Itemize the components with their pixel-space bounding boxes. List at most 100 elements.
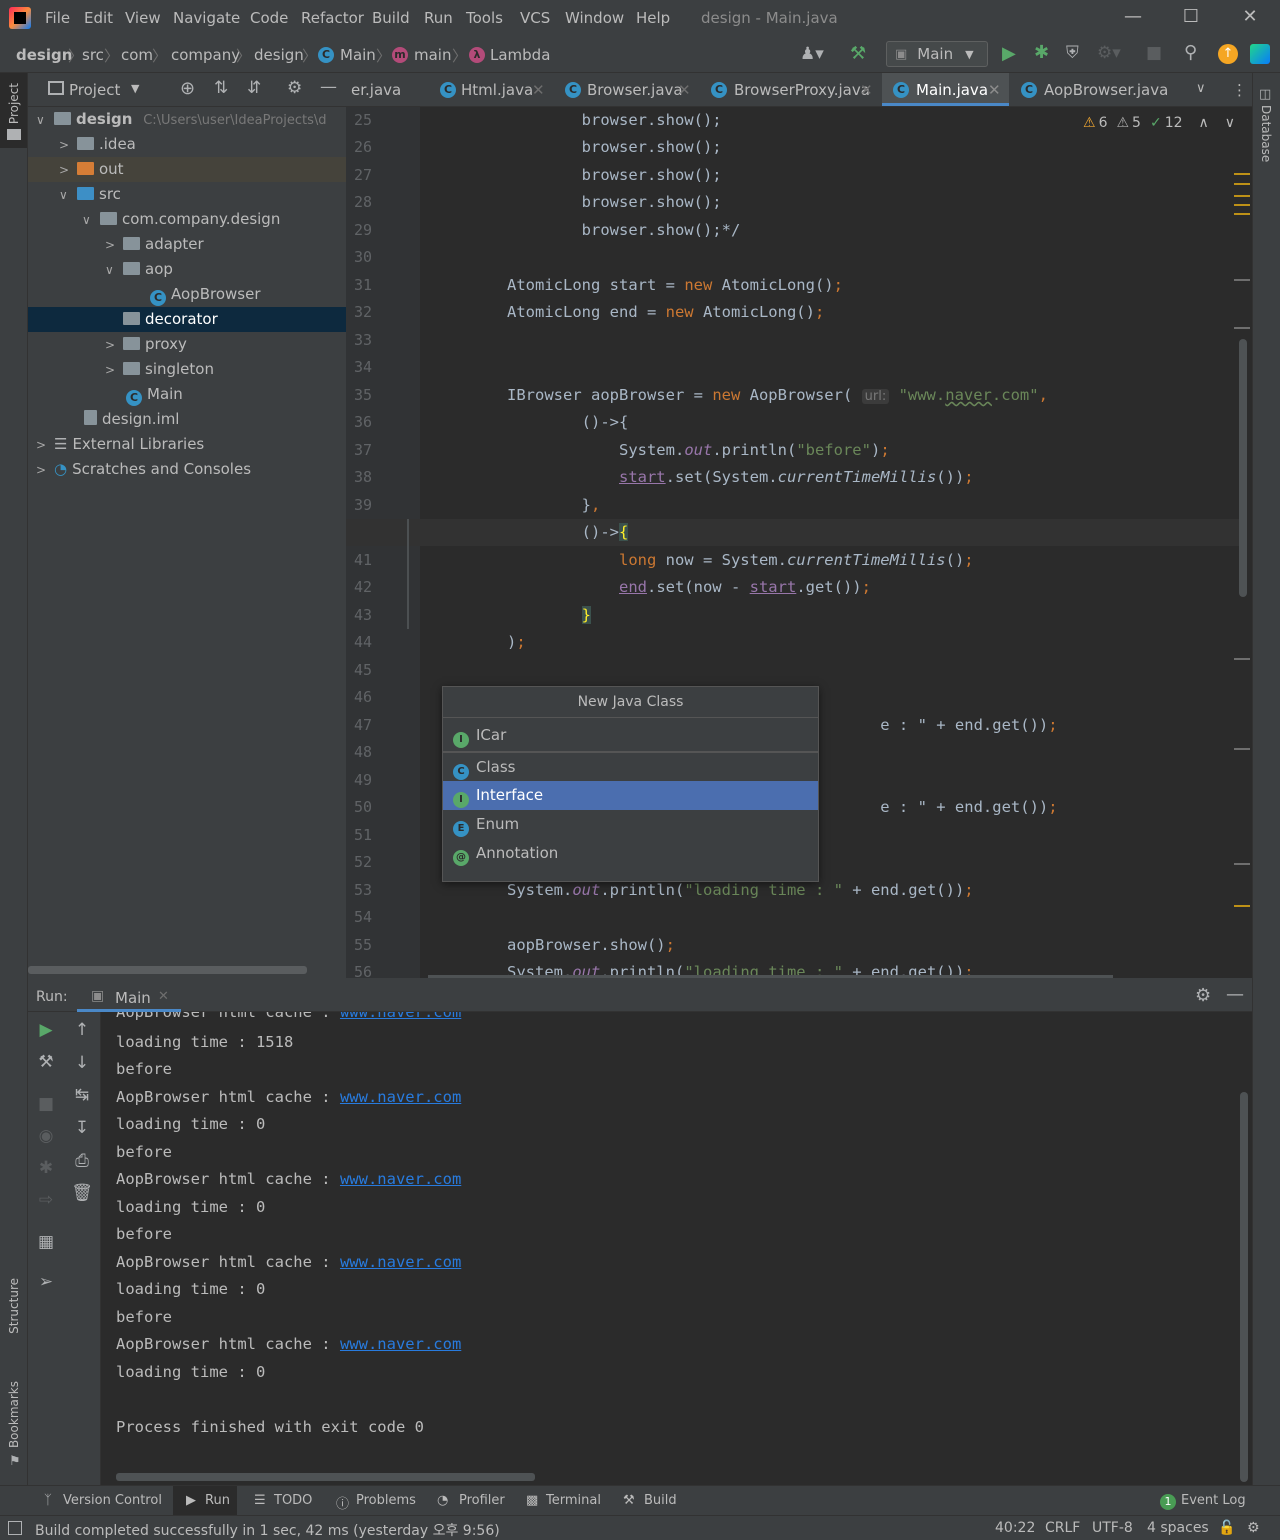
tree-item-main[interactable]: C Main xyxy=(126,382,183,407)
search-icon[interactable]: ⚲ xyxy=(1184,42,1197,63)
tree-item-singleton[interactable]: > singleton xyxy=(105,357,214,382)
scroll-to-end-icon[interactable]: ↧ xyxy=(64,1118,100,1138)
tool-build[interactable]: Build xyxy=(644,1493,677,1508)
menu-help[interactable]: Help xyxy=(636,9,670,27)
camera-icon[interactable]: ◉ xyxy=(28,1126,64,1146)
tab-list-chevron-icon[interactable]: ∨ xyxy=(1196,81,1206,96)
gear-icon[interactable]: ⚙ xyxy=(287,78,302,98)
tool-run[interactable]: Run xyxy=(205,1493,230,1508)
menu-edit[interactable]: Edit xyxy=(84,9,113,27)
file-encoding[interactable]: UTF-8 xyxy=(1092,1520,1133,1536)
breadcrumb-company[interactable]: company xyxy=(171,46,240,64)
wrench-icon[interactable]: ⚒ xyxy=(28,1052,64,1072)
breadcrumb-com[interactable]: com xyxy=(121,46,153,64)
breadcrumb-main[interactable]: Main xyxy=(340,46,376,64)
menu-refactor[interactable]: Refactor xyxy=(301,9,364,27)
hide-panel-icon[interactable]: — xyxy=(320,77,337,97)
breadcrumb-src[interactable]: src xyxy=(82,46,104,64)
tree-item-src[interactable]: ∨ src xyxy=(59,182,121,207)
breadcrumb-lambda[interactable]: Lambda xyxy=(490,46,550,64)
more-options-icon[interactable]: ⋮ xyxy=(1232,81,1247,99)
chevron-down-icon[interactable]: ∨ xyxy=(36,108,54,133)
tree-item-out[interactable]: > out xyxy=(59,157,124,182)
console-output[interactable]: AopBrowser html cache : www.naver.com lo… xyxy=(101,1012,1252,1485)
menu-window[interactable]: Window xyxy=(565,9,624,27)
menu-build[interactable]: Build xyxy=(372,9,410,27)
console-link[interactable]: www.naver.com xyxy=(340,1012,461,1021)
tab-aopbrowser-java[interactable]: AopBrowser.java xyxy=(1044,81,1168,99)
menu-file[interactable]: File xyxy=(45,9,70,27)
build-hammer-icon[interactable]: ⚒ xyxy=(850,43,866,64)
stop-icon[interactable]: ■ xyxy=(1146,43,1162,63)
option-interface[interactable]: I Interface xyxy=(443,781,818,810)
debug-bug-icon[interactable]: ✱ xyxy=(28,1158,64,1178)
scroll-down-icon[interactable]: ↓ xyxy=(64,1053,100,1073)
chevron-down-icon[interactable]: ▼ xyxy=(131,82,139,95)
console-h-scrollbar[interactable] xyxy=(116,1473,535,1481)
print-icon[interactable]: ⎙ xyxy=(64,1151,100,1171)
option-annotation[interactable]: @ Annotation xyxy=(443,839,818,868)
editor-v-scrollbar[interactable] xyxy=(1239,339,1247,597)
close-tab-icon[interactable]: ✕ xyxy=(158,989,169,1004)
tree-item-adapter[interactable]: > adapter xyxy=(105,232,204,257)
inspection-widget[interactable]: ⚠ 6 ⚠ 5 ✓ 12 ∧ ∨ xyxy=(1083,115,1235,131)
tab-browser-java-cut[interactable]: er.java xyxy=(351,81,401,99)
menu-navigate[interactable]: Navigate xyxy=(173,9,240,27)
horizontal-scrollbar[interactable] xyxy=(28,966,307,974)
next-highlight-icon[interactable]: ∨ xyxy=(1225,115,1235,131)
locate-icon[interactable]: ⊕ xyxy=(180,78,195,99)
pin-icon[interactable]: ➢ xyxy=(28,1272,64,1292)
tree-item-external-libraries[interactable]: > ☰ External Libraries xyxy=(36,432,204,457)
close-tab-icon[interactable]: ✕ xyxy=(988,81,1001,99)
class-name-input[interactable]: I ICar xyxy=(443,718,818,750)
close-icon[interactable]: ✕ xyxy=(1230,6,1270,27)
hide-panel-icon[interactable]: — xyxy=(1226,984,1244,1005)
collapse-all-icon[interactable]: ⇵ xyxy=(247,78,261,98)
console-link[interactable]: www.naver.com xyxy=(340,1335,461,1353)
option-class[interactable]: C Class xyxy=(443,752,818,781)
inspector-icon[interactable]: ⚙ xyxy=(1247,1520,1260,1536)
close-tab-icon[interactable]: ✕ xyxy=(678,81,691,99)
tool-todo[interactable]: TODO xyxy=(274,1493,312,1508)
project-view-label[interactable]: Project xyxy=(69,81,120,99)
minimize-icon[interactable]: — xyxy=(1113,6,1153,27)
tab-browserproxy-java[interactable]: BrowserProxy.java xyxy=(734,81,870,99)
tool-version-control[interactable]: Version Control xyxy=(63,1493,162,1508)
stripe-database[interactable]: Database xyxy=(1259,105,1273,162)
menu-code[interactable]: Code xyxy=(250,9,288,27)
console-link[interactable]: www.naver.com xyxy=(340,1253,461,1271)
toolbox-icon[interactable] xyxy=(1250,44,1270,64)
run-icon[interactable]: ▶ xyxy=(1002,43,1016,64)
menu-run[interactable]: Run xyxy=(424,9,453,27)
expand-all-icon[interactable]: ⇅ xyxy=(214,78,228,98)
coverage-icon[interactable]: ⛨ xyxy=(1066,43,1079,63)
intellij-logo-icon[interactable] xyxy=(9,7,31,29)
profile-icon[interactable]: ⚙▾ xyxy=(1097,43,1121,63)
console-v-scrollbar[interactable] xyxy=(1240,1092,1248,1482)
status-message[interactable]: Build completed successfully in 1 sec, 4… xyxy=(35,1520,500,1540)
maximize-icon[interactable]: ☐ xyxy=(1171,6,1211,27)
lock-icon[interactable]: 🔓 xyxy=(1218,1520,1235,1536)
tab-main-java[interactable]: Main.java xyxy=(916,81,988,99)
tree-item-aopbrowser[interactable]: C AopBrowser xyxy=(150,282,260,307)
rerun-icon[interactable]: ▶ xyxy=(28,1020,64,1040)
tree-item-package[interactable]: ∨ com.company.design xyxy=(82,207,280,232)
layout-icon[interactable]: ▦ xyxy=(28,1232,64,1252)
stripe-structure[interactable]: Structure xyxy=(7,1278,21,1334)
previous-highlight-icon[interactable]: ∧ xyxy=(1199,115,1209,131)
menu-vcs[interactable]: VCS xyxy=(520,9,550,27)
tree-item-design-iml[interactable]: design.iml xyxy=(84,407,179,432)
exit-icon[interactable]: ⇨ xyxy=(28,1190,64,1210)
gear-icon[interactable]: ⚙ xyxy=(1195,985,1211,1006)
stripe-project[interactable]: Project xyxy=(7,83,21,124)
stripe-bookmarks[interactable]: Bookmarks xyxy=(7,1381,21,1448)
tree-item-proxy[interactable]: > proxy xyxy=(105,332,187,357)
debug-bug-icon[interactable]: ✱ xyxy=(1034,42,1049,63)
caret-position[interactable]: 40:22 xyxy=(995,1520,1035,1536)
tool-profiler[interactable]: Profiler xyxy=(459,1493,505,1508)
tree-item-scratches[interactable]: > ◔ Scratches and Consoles xyxy=(36,457,251,482)
line-separator[interactable]: CRLF xyxy=(1045,1520,1080,1536)
editor-h-scrollbar[interactable] xyxy=(428,975,1113,978)
tab-browser-java[interactable]: Browser.java xyxy=(587,81,683,99)
run-tab-main[interactable]: Main xyxy=(115,989,151,1007)
